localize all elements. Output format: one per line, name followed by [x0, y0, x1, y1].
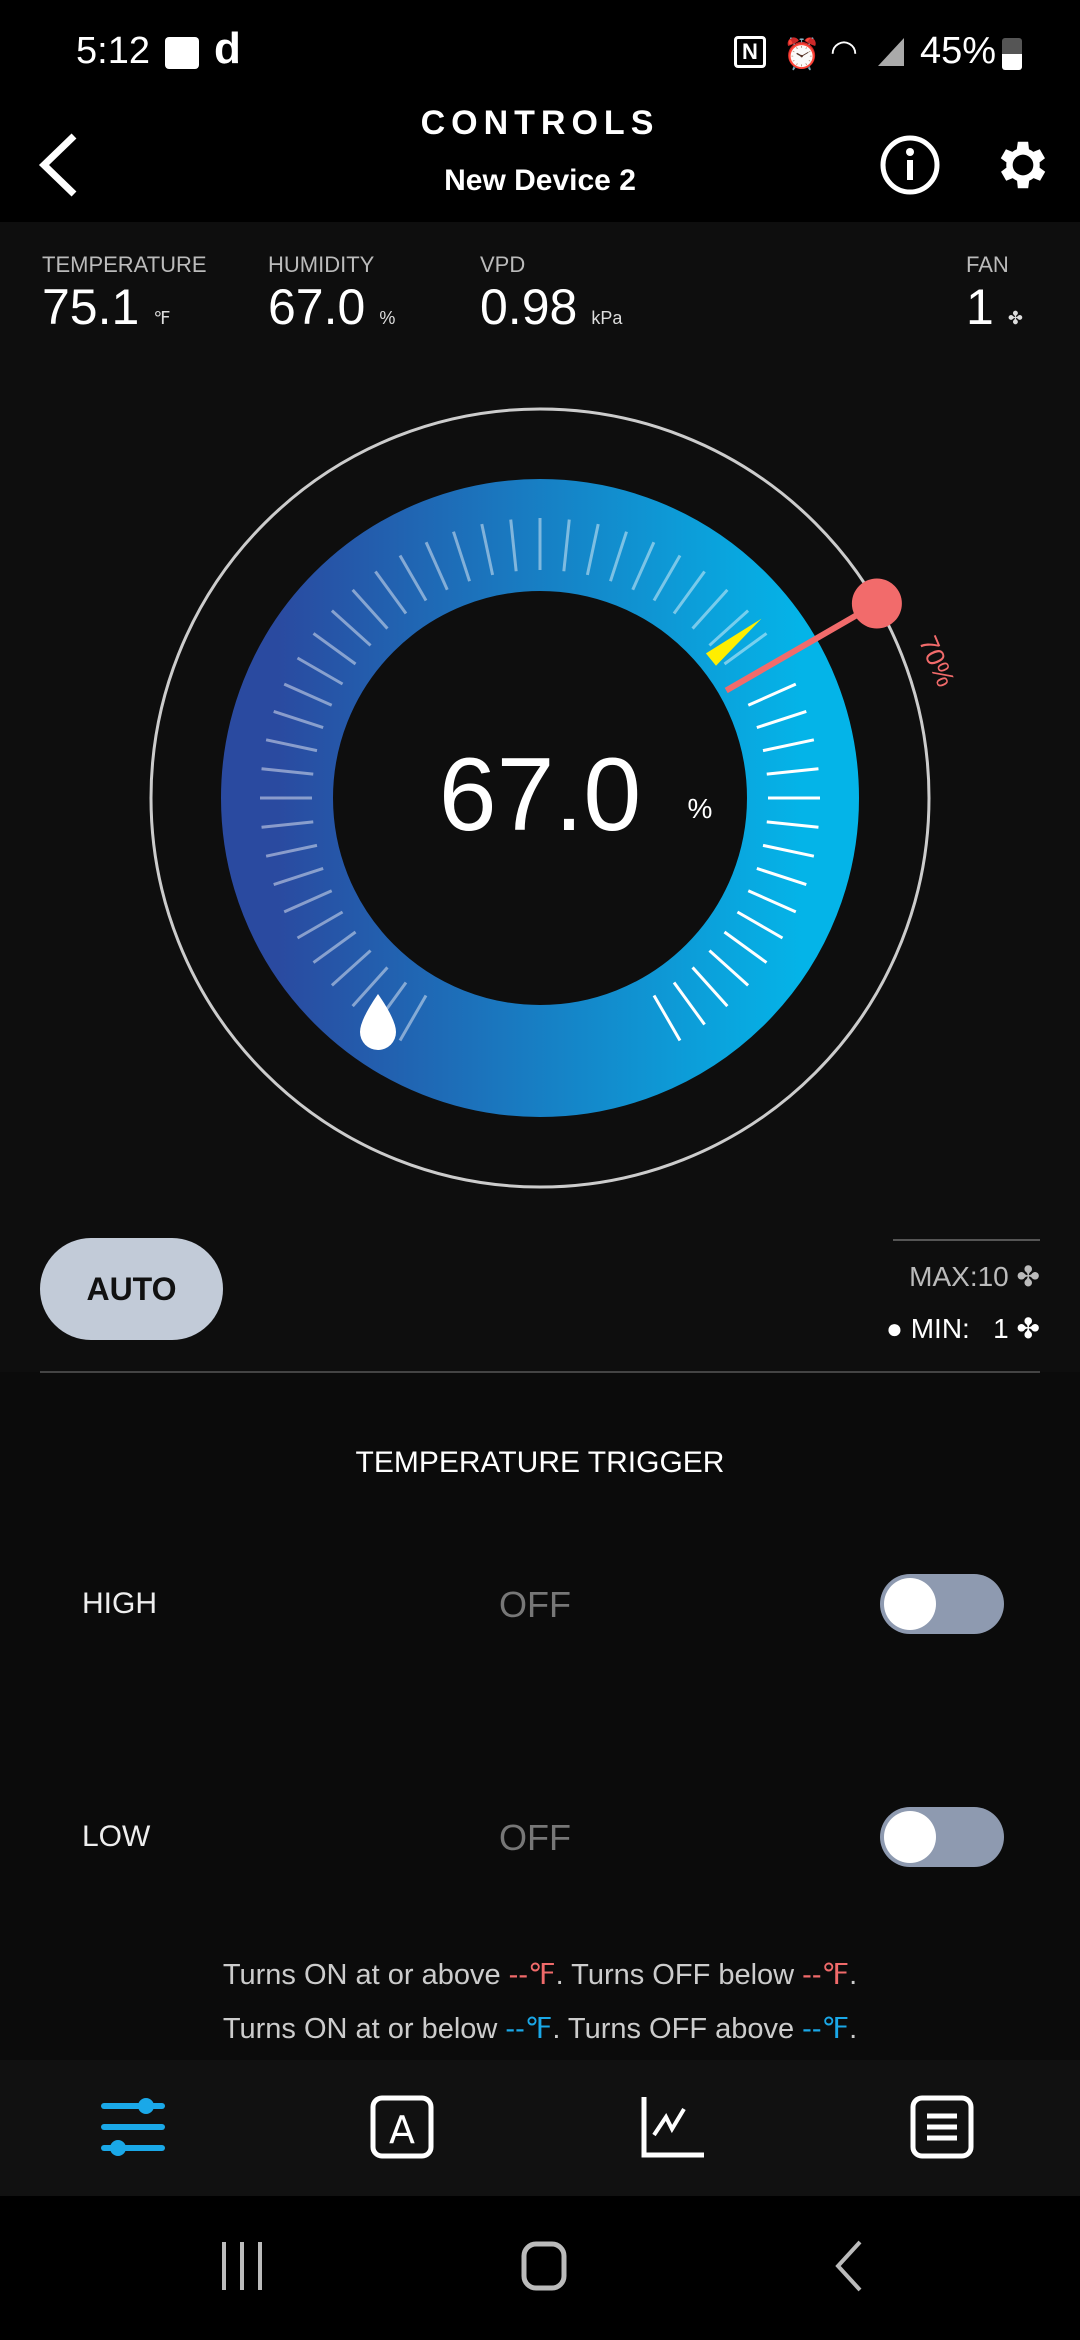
voicemail-icon [165, 37, 199, 69]
low-trigger-note: Turns ON at or below --℉. Turns OFF abov… [0, 2011, 1080, 2046]
divider [40, 1371, 1040, 1373]
bottom-tab-bar: A [0, 2060, 1080, 2196]
svg-text:A: A [389, 2108, 415, 2152]
toggle-knob [884, 1578, 936, 1630]
high-trigger-note: Turns ON at or above --℉. Turns OFF belo… [0, 1957, 1080, 1992]
auto-mode-button[interactable]: AUTO [40, 1238, 223, 1340]
fan-icon: ✤ [1016, 1313, 1040, 1344]
note-value: --℉ [508, 1959, 556, 1991]
note-value: --℉ [802, 2013, 850, 2045]
nfc-icon: N [734, 36, 766, 68]
note-text: . [849, 2013, 858, 2045]
note-text: . Turns OFF above [552, 2013, 803, 2045]
settings-gear-icon[interactable] [992, 134, 1054, 196]
status-bar: 5:12 d N ⏰ ◠ 45% [0, 0, 1080, 100]
note-text: . Turns OFF below [555, 1959, 803, 1991]
note-text: Turns ON at or below [222, 2013, 506, 2045]
battery-icon [1002, 38, 1022, 70]
min-label: MIN: [910, 1313, 970, 1344]
tab-log-icon[interactable] [910, 2095, 976, 2161]
info-icon[interactable] [878, 133, 942, 197]
status-time: 5:12 [76, 30, 150, 72]
min-value: 1 [993, 1313, 1009, 1344]
low-trigger-toggle[interactable] [880, 1807, 1004, 1867]
fan-icon: ✤ [1016, 1261, 1040, 1292]
trigger-title: TEMPERATURE TRIGGER [355, 1446, 725, 1479]
app-header: CONTROLS New Device 2 [0, 100, 1080, 222]
note-value: --℉ [802, 1959, 850, 1991]
tab-controls-sliders-icon[interactable] [100, 2095, 166, 2161]
tab-chart-icon[interactable] [640, 2095, 706, 2161]
gauge-value: 67.0 [439, 737, 641, 853]
setpoint-label: 70% [913, 631, 961, 691]
signal-icon [878, 38, 904, 66]
toggle-knob [884, 1811, 936, 1863]
high-trigger-toggle[interactable] [880, 1574, 1004, 1634]
tab-auto-icon[interactable]: A [370, 2095, 436, 2161]
battery-percent: 45% [920, 30, 997, 72]
gauge-unit: % [688, 793, 713, 824]
system-nav-bar [0, 2196, 1080, 2340]
fan-min[interactable]: ● MIN: 1 ✤ [886, 1312, 1040, 1345]
fan-max[interactable]: MAX:10 ✤ [909, 1260, 1040, 1293]
home-icon[interactable] [520, 2240, 570, 2292]
wifi-icon: ◠ [830, 33, 858, 69]
system-back-icon[interactable] [830, 2240, 870, 2292]
setpoint-handle[interactable] [851, 578, 902, 629]
recent-apps-icon[interactable] [218, 2240, 268, 2292]
app-d-icon: d [214, 24, 241, 73]
humidity-gauge[interactable]: 70% 67.0 % [0, 222, 1080, 1222]
sensor-panel: TEMPERATURE 75.1 ℉ HUMIDITY 67.0% VPD 0.9… [0, 222, 1080, 1372]
max-label: MAX:10 [909, 1261, 1009, 1292]
note-text: . [849, 1959, 858, 1991]
selected-dot: ● [886, 1313, 911, 1344]
note-value: --℉ [505, 2013, 553, 2045]
note-text: Turns ON at or above [222, 1959, 509, 1991]
alarm-icon: ⏰ [783, 38, 821, 71]
divider [893, 1239, 1040, 1241]
